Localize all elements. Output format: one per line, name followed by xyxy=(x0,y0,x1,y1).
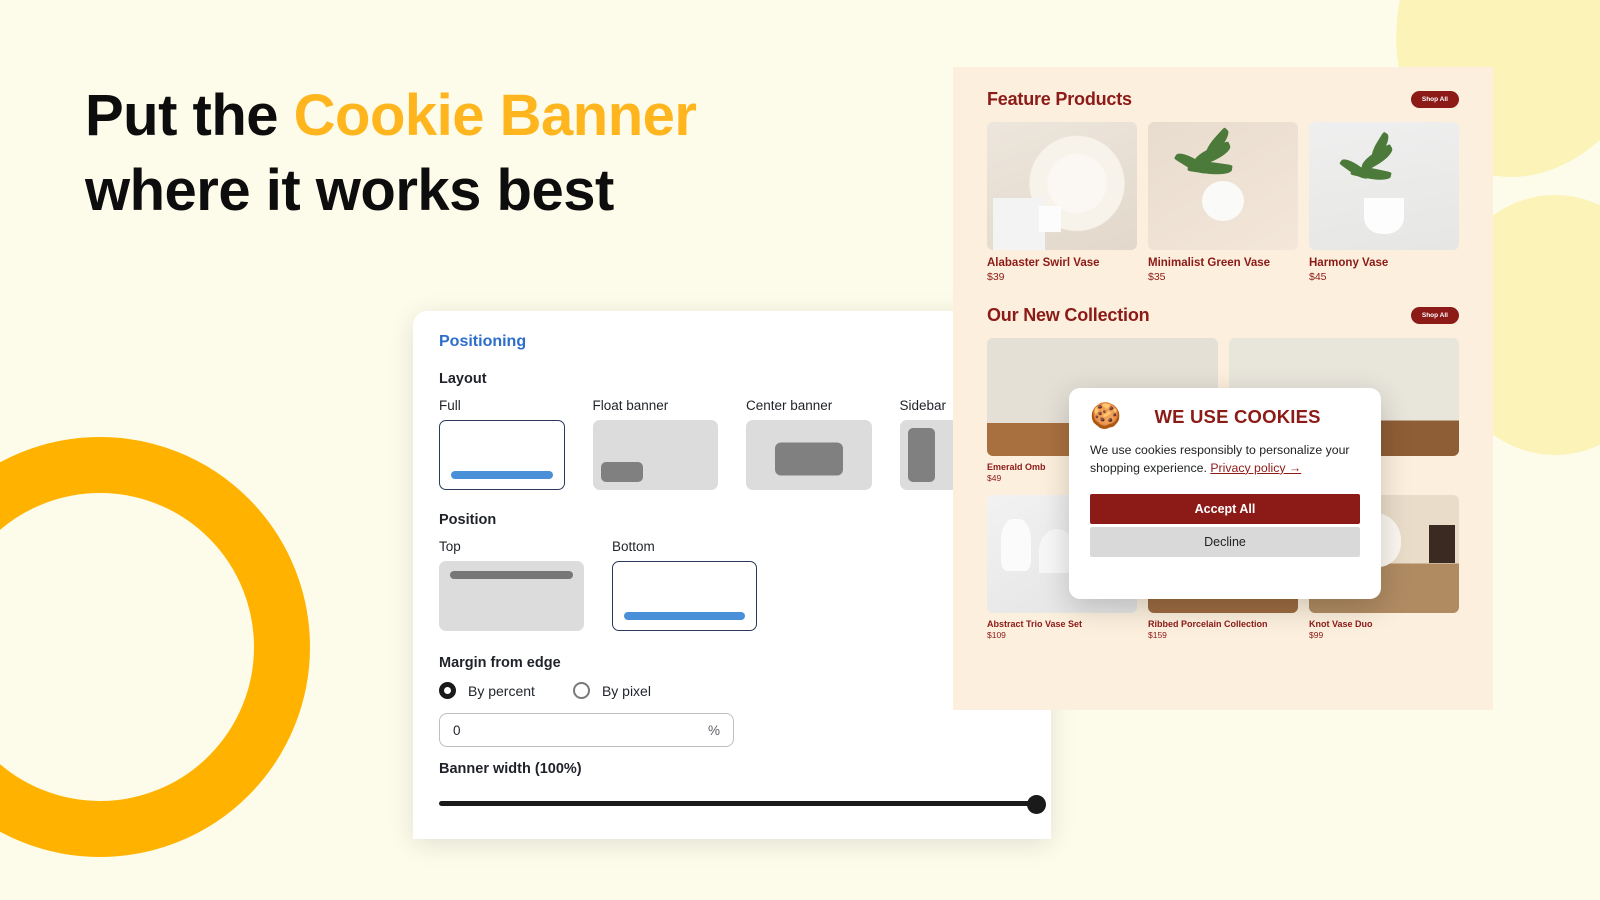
margin-heading: Margin from edge xyxy=(439,655,561,671)
cookie-banner-text: We use cookies responsibly to personaliz… xyxy=(1090,442,1360,478)
position-option-row: Top Bottom xyxy=(439,539,1025,631)
product-image xyxy=(1148,122,1298,250)
position-top-icon[interactable] xyxy=(439,561,584,631)
feature-products-grid: Alabaster Swirl Vase $39 Minimalist Gree… xyxy=(987,122,1459,283)
privacy-policy-link[interactable]: Privacy policy → xyxy=(1210,461,1301,475)
position-option-label: Bottom xyxy=(612,539,655,554)
product-image xyxy=(1309,122,1459,250)
slider-handle[interactable] xyxy=(1027,795,1046,814)
banner-width-slider[interactable] xyxy=(439,795,1046,814)
product-name: Harmony Vase xyxy=(1309,257,1389,269)
position-heading: Position xyxy=(439,512,497,528)
headline-line1-highlight: Cookie Banner xyxy=(293,83,697,148)
position-bottom-icon[interactable] xyxy=(612,561,757,631)
product-name: Knot Vase Duo xyxy=(1309,619,1373,629)
cookie-banner-header: 🍪 WE USE COOKIES xyxy=(1090,404,1360,429)
position-option-top[interactable]: Top xyxy=(439,539,584,631)
slider-track xyxy=(439,801,1044,806)
headline-line1-plain: Put the xyxy=(85,83,294,148)
accept-all-button[interactable]: Accept All xyxy=(1090,493,1360,524)
layout-option-label: Full xyxy=(439,398,461,413)
product-name: Ribbed Porcelain Collection xyxy=(1148,619,1268,629)
radio-by-pixel-label: By pixel xyxy=(601,682,651,699)
margin-value-input[interactable]: 0 % xyxy=(439,713,734,747)
product-name: Abstract Trio Vase Set xyxy=(987,619,1083,629)
layout-option-row: Full Float banner Center banner Sidebar xyxy=(439,398,1025,490)
product-price: $45 xyxy=(1309,271,1327,283)
feature-products-title: Feature Products xyxy=(987,89,1132,109)
layout-option-label: Float banner xyxy=(592,398,669,413)
layout-option-label: Center banner xyxy=(746,398,833,413)
product-price: $159 xyxy=(1148,630,1167,640)
product-name: Minimalist Green Vase xyxy=(1148,257,1271,269)
product-card[interactable]: Harmony Vase $45 xyxy=(1309,122,1459,283)
position-option-bottom[interactable]: Bottom xyxy=(612,539,757,631)
radio-by-percent-label: By percent xyxy=(468,682,535,699)
center-banner-icon[interactable] xyxy=(746,420,872,490)
margin-value: 0 xyxy=(453,722,461,738)
product-card[interactable]: Alabaster Swirl Vase $39 xyxy=(987,122,1137,283)
shop-all-button-collection[interactable]: Shop All xyxy=(1410,307,1459,324)
margin-unit-radio-group: By percent By pixel xyxy=(439,682,1025,699)
decline-button[interactable]: Decline xyxy=(1090,526,1360,557)
section-heading-positioning: Positioning xyxy=(439,333,527,350)
decorative-ring xyxy=(0,437,310,857)
position-option-label: Top xyxy=(439,539,461,554)
slide-canvas: Put the Cookie Banner where it works bes… xyxy=(0,0,1600,900)
float-banner-icon[interactable] xyxy=(592,420,718,490)
layout-option-full[interactable]: Full xyxy=(439,398,565,490)
feature-products-header: Feature Products Shop All xyxy=(987,89,1459,110)
page-title: Put the Cookie Banner where it works bes… xyxy=(85,78,905,229)
layout-heading: Layout xyxy=(439,371,487,387)
product-image xyxy=(987,122,1137,250)
cookie-consent-banner: 🍪 WE USE COOKIES We use cookies responsi… xyxy=(1069,388,1381,599)
new-collection-header: Our New Collection Shop All xyxy=(987,305,1459,326)
shop-all-button-feature[interactable]: Shop All xyxy=(1410,91,1459,108)
product-card[interactable]: Minimalist Green Vase $35 xyxy=(1148,122,1298,283)
layout-option-center[interactable]: Center banner xyxy=(746,398,872,490)
layout-option-float[interactable]: Float banner xyxy=(592,398,718,490)
cookie-banner-title: WE USE COOKIES xyxy=(1154,405,1321,427)
full-width-banner-icon[interactable] xyxy=(439,420,565,490)
radio-by-percent[interactable] xyxy=(439,682,456,699)
margin-unit-suffix: % xyxy=(707,722,720,738)
cookie-icon: 🍪 xyxy=(1090,402,1122,430)
product-price: $109 xyxy=(987,630,1006,640)
headline-line2: where it works best xyxy=(85,158,614,224)
product-price: $39 xyxy=(987,271,1005,283)
new-collection-title: Our New Collection xyxy=(987,305,1150,325)
product-name: Alabaster Swirl Vase xyxy=(987,257,1100,269)
product-price: $99 xyxy=(1309,630,1324,640)
banner-width-label: Banner width (100%) xyxy=(439,761,582,777)
radio-by-pixel[interactable] xyxy=(572,682,590,699)
product-price: $35 xyxy=(1148,271,1166,283)
